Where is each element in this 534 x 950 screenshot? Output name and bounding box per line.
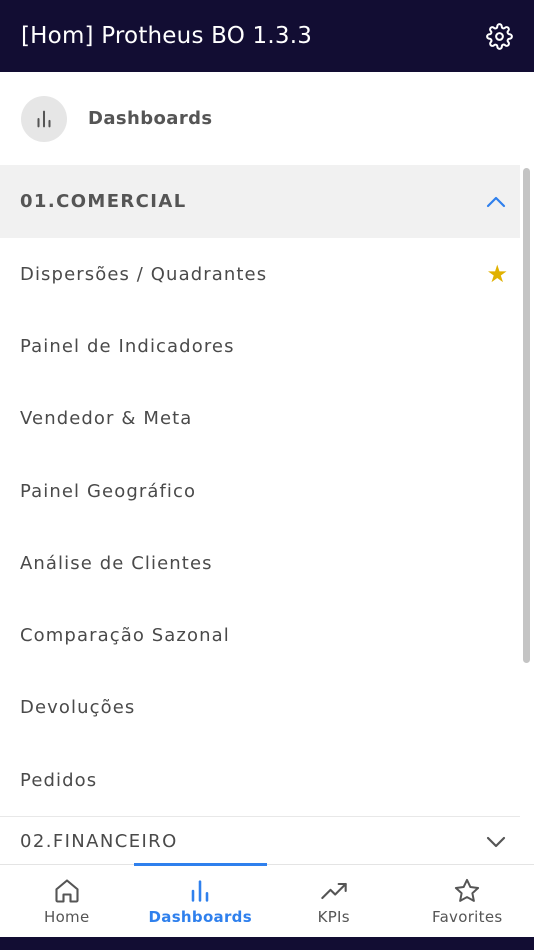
dashboards-subheader: Dashboards — [0, 72, 534, 165]
section-header-financeiro[interactable]: 02.FINANCEIRO — [0, 817, 520, 865]
nav-item-favorites[interactable]: Favorites — [401, 865, 534, 937]
page-title: Dashboards — [88, 108, 213, 129]
star-outline-icon — [455, 878, 480, 902]
list-item-label: Dispersões / Quadrantes — [20, 263, 268, 285]
nav-label: Home — [44, 908, 90, 926]
list-item-label: Vendedor & Meta — [20, 408, 193, 430]
chevron-up-icon — [486, 196, 506, 207]
section-header-comercial[interactable]: 01.COMERCIAL — [0, 165, 520, 238]
list-item-label: Painel Geográfico — [20, 480, 197, 502]
star-filled-icon[interactable]: ★ — [486, 262, 508, 286]
list-item[interactable]: Painel Geográfico — [0, 455, 520, 527]
dashboard-list: Dispersões / Quadrantes ★ Painel de Indi… — [0, 238, 520, 816]
list-item[interactable]: Devoluções — [0, 672, 520, 744]
scrollbar-thumb[interactable] — [523, 168, 530, 663]
nav-label: Dashboards — [148, 908, 252, 926]
list-item-label: Análise de Clientes — [20, 552, 213, 574]
list-item[interactable]: Vendedor & Meta — [0, 383, 520, 455]
gear-icon — [485, 22, 513, 50]
nav-label: KPIs — [317, 908, 350, 926]
section-title: 01.COMERCIAL — [20, 191, 187, 212]
chevron-down-icon — [486, 836, 506, 848]
top-app-bar: [Hom] Protheus BO 1.3.3 — [0, 0, 534, 72]
nav-label: Favorites — [432, 908, 503, 926]
app-screen: [Hom] Protheus BO 1.3.3 Dashboards 01.CO… — [0, 0, 534, 950]
section-title: 02.FINANCEIRO — [20, 830, 178, 852]
nav-item-kpis[interactable]: KPIs — [267, 865, 401, 937]
nav-item-dashboards[interactable]: Dashboards — [134, 865, 268, 937]
list-item-label: Painel de Indicadores — [20, 335, 235, 357]
list-item[interactable]: Pedidos — [0, 744, 520, 816]
trending-up-icon — [321, 882, 347, 900]
system-navigation-bar — [0, 937, 534, 950]
bottom-navigation: Home Dashboards KPIs Favorites — [0, 863, 534, 937]
active-tab-indicator — [134, 863, 267, 866]
list-item-label: Pedidos — [20, 769, 98, 791]
bar-chart-icon — [191, 880, 209, 902]
list-item[interactable]: Análise de Clientes — [0, 527, 520, 599]
list-item[interactable]: Painel de Indicadores — [0, 310, 520, 382]
nav-item-home[interactable]: Home — [0, 865, 134, 937]
dashboards-avatar — [21, 95, 67, 142]
list-item-label: Devoluções — [20, 697, 136, 719]
bar-chart-icon — [37, 110, 51, 127]
list-item[interactable]: Comparação Sazonal — [0, 599, 520, 671]
list-item-label: Comparação Sazonal — [20, 625, 230, 647]
list-item[interactable]: Dispersões / Quadrantes ★ — [0, 238, 520, 310]
settings-button[interactable] — [484, 21, 514, 51]
home-icon — [55, 879, 79, 903]
app-title: [Hom] Protheus BO 1.3.3 — [21, 23, 313, 49]
